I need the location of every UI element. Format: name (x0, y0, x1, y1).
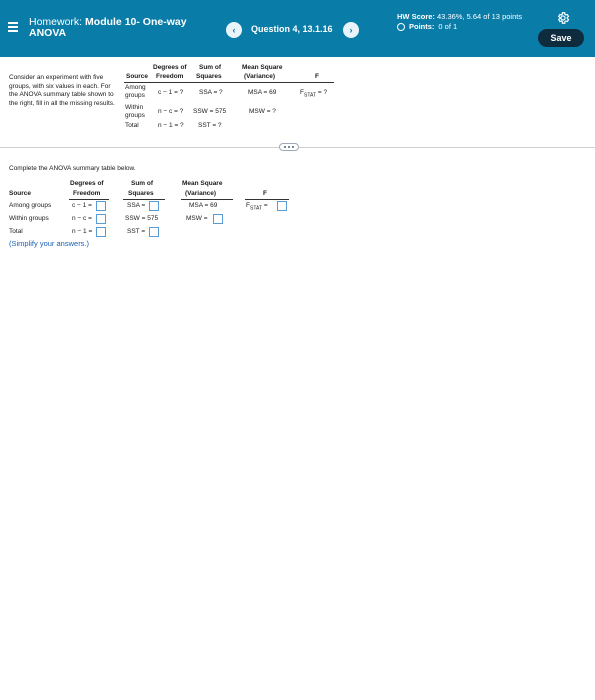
ans-header-df-line2: Freedom (73, 190, 101, 197)
ans-row-total-ss-label: SST = (127, 228, 146, 235)
ans-row-total-df-label: n − 1 = (72, 228, 93, 235)
ans-row-among-df-label: c − 1 = (72, 202, 92, 209)
ref-row-among-source: Among groups (125, 84, 146, 99)
top-bar: Homework: Module 10- One-way ANOVA ‹ Que… (0, 0, 595, 57)
ans-rule-ss (123, 199, 165, 200)
simplify-note: (Simplify your answers.) (9, 239, 90, 248)
instruction-text: Complete the ANOVA summary table below. (9, 165, 136, 172)
menu-icon[interactable] (8, 22, 18, 32)
ans-header-ss-line1: Sum of (131, 180, 154, 187)
ans-rule-df (69, 199, 109, 200)
settings-gear-icon[interactable] (556, 11, 570, 25)
ref-row-among-df: c − 1 = ? (158, 89, 184, 96)
ref-header-ss-line2: Squares (196, 73, 222, 80)
problem-text: Consider an experiment with five groups,… (9, 74, 115, 107)
ans-row-among-f-label: FSTAT = (246, 202, 268, 212)
score-block: HW Score: 43.36%, 5.64 of 13 points Poin… (397, 12, 527, 32)
ans-rule-f (245, 199, 289, 200)
ans-rule-ms (181, 199, 233, 200)
msw-input[interactable] (213, 214, 223, 224)
ans-row-among-ms: MSA = 69 (189, 202, 218, 209)
points-label: Points: (409, 22, 435, 31)
df-within-input[interactable] (96, 214, 106, 224)
ans-header-ms-line1: Mean Square (182, 180, 223, 187)
points-value: 0 of 1 (438, 22, 458, 31)
df-among-input[interactable] (96, 201, 106, 211)
next-question-button[interactable]: › (343, 22, 359, 38)
points-status-icon (397, 23, 405, 31)
ssa-input[interactable] (149, 201, 159, 211)
ref-row-among-ms: MSA = 69 (248, 89, 277, 96)
df-total-input[interactable] (96, 227, 106, 237)
hw-score-value: 43.36%, 5.64 of 13 points (437, 12, 523, 21)
ref-header-ss-line1: Sum of (199, 64, 222, 71)
ans-row-among-ss-label: SSA = (127, 202, 146, 209)
homework-title: Homework: Module 10- One-way ANOVA (29, 17, 219, 39)
ref-row-total-source: Total (125, 122, 139, 129)
ref-header-ms-line1: Mean Square (242, 64, 283, 71)
save-button[interactable]: Save (538, 29, 584, 47)
ans-header-df-line1: Degrees of (70, 180, 104, 187)
ans-row-within-ms-label: MSW = (186, 215, 208, 222)
ans-header-f: F (263, 190, 267, 197)
ref-row-within-source: Within groups (125, 104, 145, 119)
ans-header-ss-line2: Squares (128, 190, 154, 197)
ref-row-total-ss: SST = ? (198, 122, 222, 129)
previous-question-button[interactable]: ‹ (226, 22, 242, 38)
sst-input[interactable] (149, 227, 159, 237)
hw-score-label: HW Score: (397, 12, 435, 21)
ref-row-within-ss: SSW = 575 (193, 108, 227, 115)
ref-row-within-ms: MSW = ? (249, 108, 276, 115)
ans-row-within-df-label: n − c = (72, 215, 92, 222)
ref-header-rule (124, 82, 334, 83)
ans-header-ms-line2: (Variance) (185, 190, 217, 197)
ref-row-total-df: n − 1 = ? (158, 122, 184, 129)
ans-header-source: Source (9, 190, 32, 197)
question-label: Question 4, 13.1.16 (251, 24, 333, 34)
ref-header-source: Source (126, 73, 149, 80)
ref-header-f: F (315, 73, 319, 80)
ans-row-among-source: Among groups (9, 202, 52, 209)
ref-row-within-df: n − c = ? (158, 108, 184, 115)
ref-header-df-line1: Degrees of (153, 64, 187, 71)
ref-header-df-line2: Freedom (156, 73, 184, 80)
ans-row-total-source: Total (9, 228, 23, 235)
fstat-input[interactable] (277, 201, 287, 211)
ref-header-ms-line2: (Variance) (244, 73, 276, 80)
ref-row-among-ss: SSA = ? (199, 89, 223, 96)
expand-handle[interactable] (279, 143, 299, 151)
ans-row-within-ss: SSW = 575 (125, 215, 159, 222)
points-row: Points: 0 of 1 (397, 22, 527, 32)
ans-row-within-source: Within groups (9, 215, 49, 222)
ref-row-among-f: FSTAT = ? (300, 89, 328, 99)
